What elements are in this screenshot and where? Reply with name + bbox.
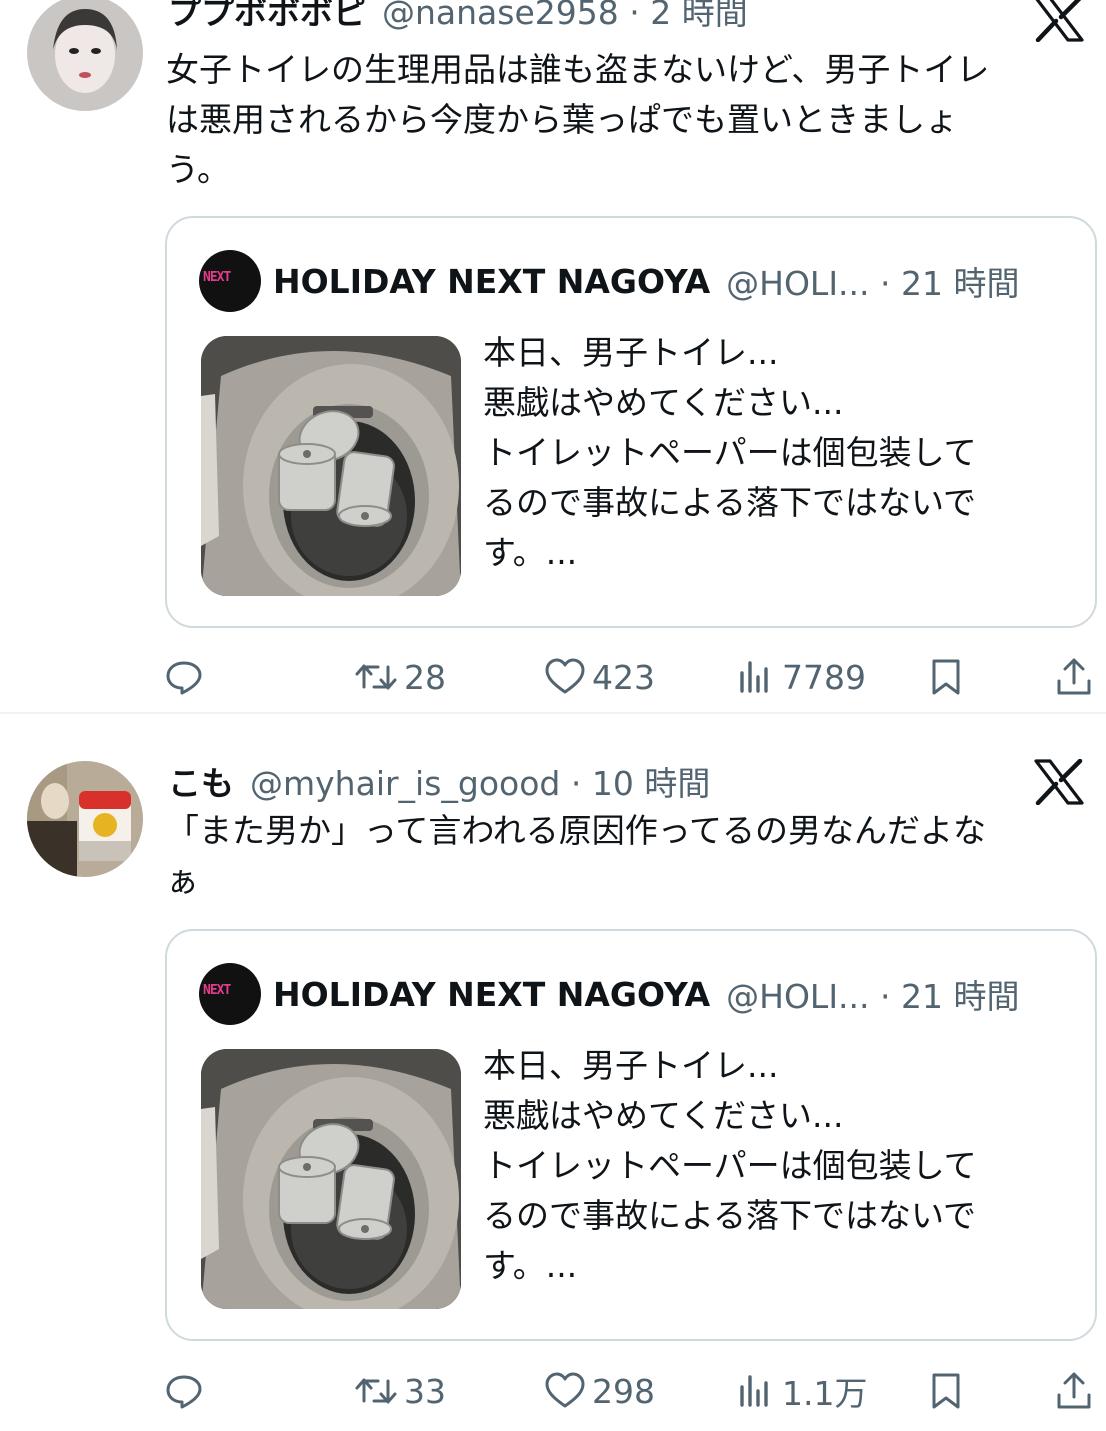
quoted-text: 本日、男子トイレ... 悪戯はやめてください... トイレットペーパーは個包装し… <box>483 1046 977 1285</box>
tweet-header: ププボボボピ @nanase2958 · 2 時間 <box>168 0 748 32</box>
x-logo-icon <box>1034 759 1084 805</box>
avatar[interactable] <box>27 761 143 877</box>
views-button[interactable]: 7789 <box>736 652 866 702</box>
share-button[interactable] <box>1054 1366 1094 1416</box>
heart-icon <box>545 658 585 694</box>
views-button[interactable]: 1.1万 <box>736 1366 867 1416</box>
quoted-media-image[interactable] <box>201 336 461 596</box>
bookmark-icon <box>932 1373 960 1409</box>
reply-button[interactable] <box>164 652 204 702</box>
quoted-tweet[interactable]: NEXT HOLIDAY NEXT NAGOYA @HOLI... · 21 時… <box>165 216 1097 628</box>
quoted-header: HOLIDAY NEXT NAGOYA @HOLI... · 21 時間 <box>273 256 1019 306</box>
quoted-tweet[interactable]: NEXT HOLIDAY NEXT NAGOYA @HOLI... · 21 時… <box>165 929 1097 1341</box>
display-name[interactable]: こも <box>168 757 234 805</box>
reply-button[interactable] <box>164 1366 204 1416</box>
avatar[interactable] <box>27 0 143 111</box>
toilet-photo <box>201 336 461 596</box>
toilet-photo <box>201 1049 461 1309</box>
quoted-display-name: HOLIDAY NEXT NAGOYA <box>273 974 711 1014</box>
quoted-avatar-logo-text: NEXT <box>203 983 231 998</box>
like-count: 298 <box>592 1371 655 1411</box>
bookmark-button[interactable] <box>926 1366 966 1416</box>
retweet-icon <box>355 664 397 690</box>
quoted-media-image[interactable] <box>201 1049 461 1309</box>
like-count: 423 <box>592 657 655 697</box>
handle-and-time[interactable]: @nanase2958 · 2 時間 <box>382 0 748 34</box>
action-bar: 33 298 1.1万 <box>0 1366 1106 1416</box>
action-bar: 28 423 7789 <box>0 652 1106 702</box>
reply-icon <box>166 1375 202 1409</box>
share-icon <box>1057 1372 1091 1409</box>
quoted-handle-and-time: @HOLI... · 21 時間 <box>726 264 1020 303</box>
retweet-button[interactable]: 28 <box>354 652 446 702</box>
retweet-button[interactable]: 33 <box>354 1366 446 1416</box>
tweet-text: 「また男か」って言われる原因作ってるの男なんだよな ぁ <box>166 811 987 900</box>
like-button[interactable]: 298 <box>544 1366 655 1416</box>
tweet-text: 女子トイレの生理用品は誰も盗まないけど、男子トイレ は悪用されるから今度から葉っ… <box>166 50 990 189</box>
quoted-text: 本日、男子トイレ... 悪戯はやめてください... トイレットペーパーは個包装し… <box>483 333 977 572</box>
bookmark-icon <box>932 659 960 695</box>
retweet-count: 28 <box>404 657 446 697</box>
heart-icon <box>545 1372 585 1408</box>
bookmark-button[interactable] <box>926 652 966 702</box>
views-icon <box>740 1375 768 1407</box>
handle-and-time[interactable]: @myhair_is_goood · 10 時間 <box>250 757 710 805</box>
tweet-header: こも @myhair_is_goood · 10 時間 <box>168 757 710 803</box>
tweet[interactable]: ププボボボピ @nanase2958 · 2 時間 女子トイレの生理用品は誰も盗… <box>0 0 1106 713</box>
quoted-avatar[interactable]: NEXT <box>199 963 261 1025</box>
x-logo-icon <box>1034 0 1084 42</box>
share-icon <box>1057 658 1091 695</box>
views-icon <box>740 661 768 693</box>
quoted-avatar-logo-text: NEXT <box>203 270 231 285</box>
retweet-count: 33 <box>404 1371 446 1411</box>
avatar-image <box>27 0 143 111</box>
like-button[interactable]: 423 <box>544 652 655 702</box>
quoted-handle-and-time: @HOLI... · 21 時間 <box>726 977 1020 1016</box>
retweet-icon <box>355 1378 397 1404</box>
view-count: 1.1万 <box>782 1374 868 1413</box>
view-count: 7789 <box>782 657 866 697</box>
avatar-image <box>27 761 143 877</box>
display-name[interactable]: ププボボボピ <box>168 0 366 34</box>
quoted-header: HOLIDAY NEXT NAGOYA @HOLI... · 21 時間 <box>273 969 1019 1019</box>
share-button[interactable] <box>1054 652 1094 702</box>
reply-icon <box>166 661 202 695</box>
quoted-display-name: HOLIDAY NEXT NAGOYA <box>273 261 711 301</box>
tweet[interactable]: こも @myhair_is_goood · 10 時間 「また男か」って言われる… <box>0 713 1106 1431</box>
quoted-avatar[interactable]: NEXT <box>199 250 261 312</box>
